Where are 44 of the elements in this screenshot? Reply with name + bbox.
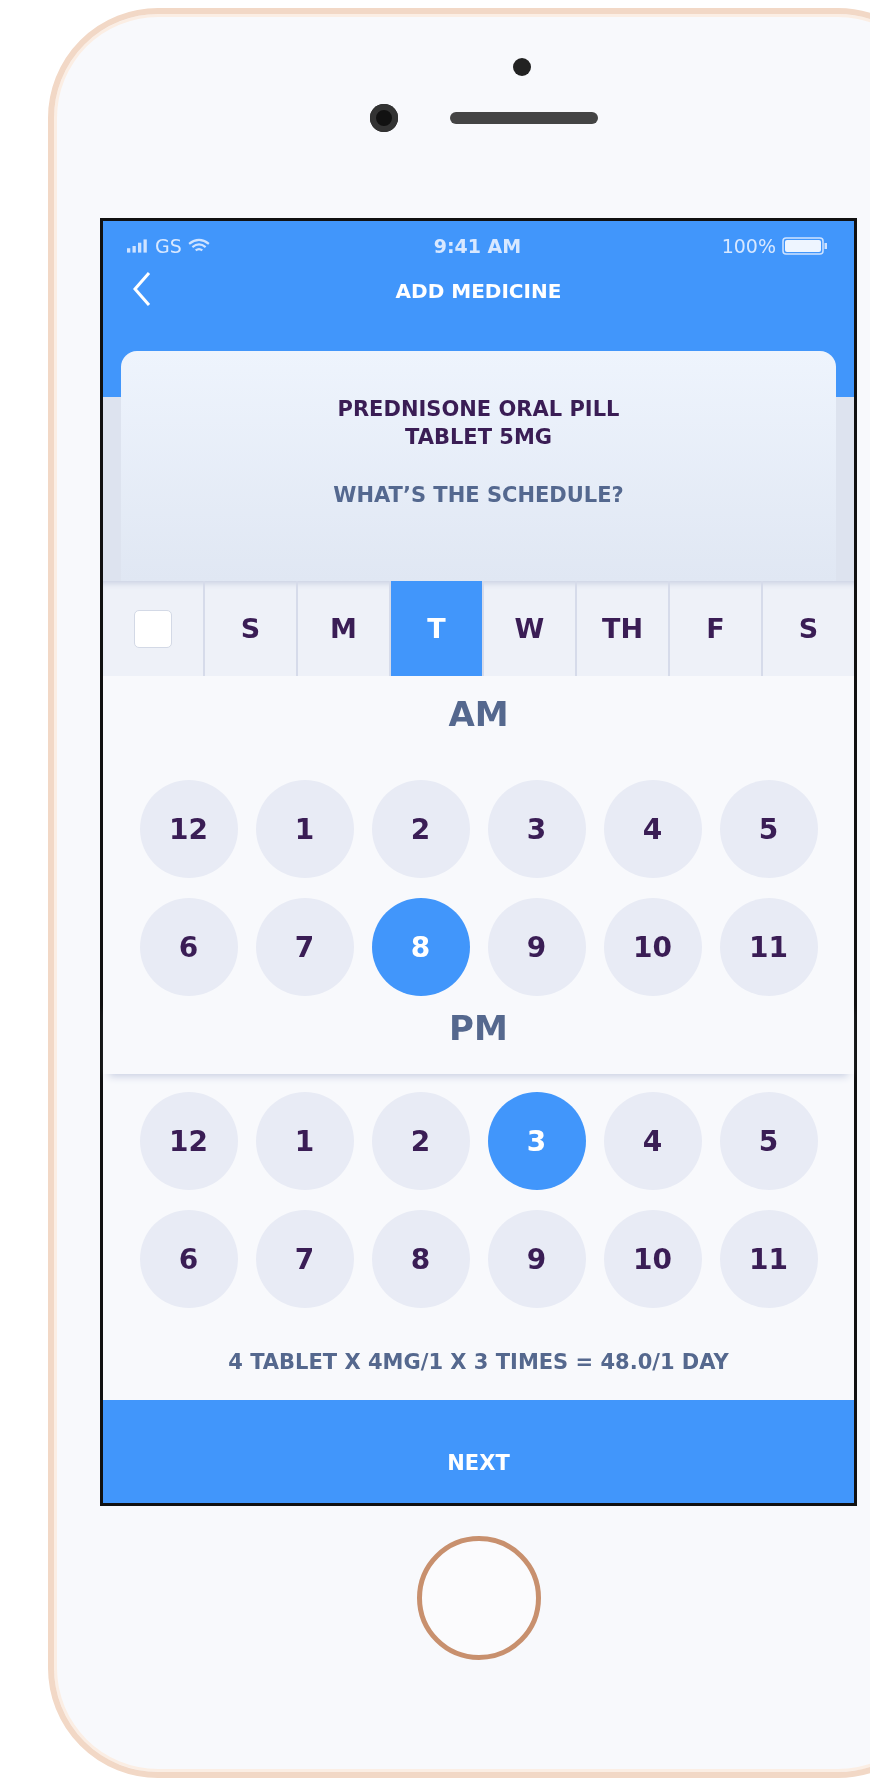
day-tab[interactable]: F bbox=[670, 581, 763, 676]
dosage-summary: 4 TABLET X 4MG/1 X 3 TIMES = 48.0/1 DAY bbox=[227, 1349, 730, 1376]
hour-button[interactable]: 1 bbox=[255, 1092, 354, 1190]
hour-button[interactable]: 5 bbox=[719, 780, 818, 878]
hour-button[interactable]: 11 bbox=[719, 1210, 818, 1308]
hour-button[interactable]: 6 bbox=[139, 898, 238, 996]
hour-button[interactable]: 1 bbox=[255, 780, 354, 878]
signal-icon bbox=[127, 239, 149, 253]
hour-button[interactable]: 7 bbox=[255, 1210, 354, 1308]
status-time: 9:41 AM bbox=[433, 235, 522, 257]
battery-percent: 100% bbox=[721, 235, 776, 257]
hour-button[interactable]: 11 bbox=[719, 898, 818, 996]
day-tab[interactable]: S bbox=[205, 581, 298, 676]
period-label: PM bbox=[449, 1008, 508, 1048]
hour-button[interactable]: 12 bbox=[139, 1092, 238, 1190]
hour-button[interactable]: 8 bbox=[371, 1210, 470, 1308]
day-tab[interactable]: W bbox=[484, 581, 577, 676]
schedule-question: WHAT’S THE SCHEDULE? bbox=[333, 483, 624, 507]
day-tab[interactable]: TH bbox=[577, 581, 670, 676]
hour-button[interactable]: 10 bbox=[603, 898, 702, 996]
hour-button[interactable]: 6 bbox=[139, 1210, 238, 1308]
period-label: AM bbox=[448, 694, 509, 734]
speaker-icon bbox=[449, 112, 598, 124]
wifi-icon bbox=[187, 238, 210, 254]
hour-button[interactable]: 12 bbox=[139, 780, 238, 878]
sensor-icon bbox=[512, 58, 531, 76]
carrier-name: GS bbox=[155, 235, 182, 257]
hour-button[interactable]: 2 bbox=[371, 1092, 470, 1190]
hour-button[interactable]: 4 bbox=[603, 780, 702, 878]
hour-button[interactable]: 7 bbox=[255, 898, 354, 996]
camera-icon bbox=[369, 104, 398, 132]
hour-button[interactable]: 10 bbox=[603, 1210, 702, 1308]
screen-title: ADD MEDICINE bbox=[395, 279, 562, 303]
back-button[interactable] bbox=[131, 271, 153, 309]
select-all-checkbox[interactable] bbox=[134, 609, 172, 648]
hour-button[interactable]: 9 bbox=[487, 898, 586, 996]
hour-button[interactable]: 3 bbox=[487, 780, 586, 878]
hour-button[interactable]: 9 bbox=[487, 1210, 586, 1308]
day-tab[interactable]: S bbox=[763, 581, 854, 676]
hour-button[interactable]: 4 bbox=[603, 1092, 702, 1190]
hour-button[interactable]: 2 bbox=[371, 780, 470, 878]
hour-button[interactable]: 5 bbox=[719, 1092, 818, 1190]
medicine-name: PREDNISONE ORAL PILL TABLET 5MG bbox=[337, 396, 620, 451]
battery-icon bbox=[782, 237, 828, 255]
